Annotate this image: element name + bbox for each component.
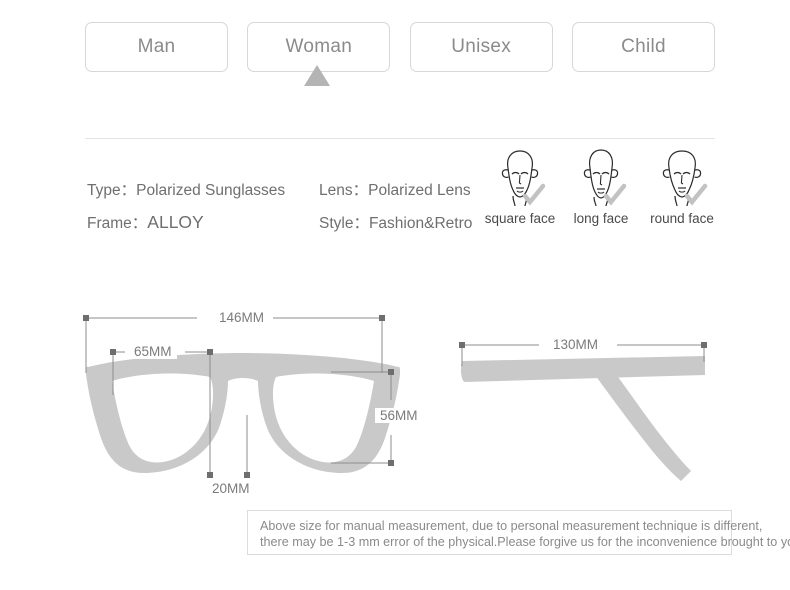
gender-tab-group[interactable]: Man Woman Unisex Child (85, 22, 715, 72)
section-divider (85, 138, 715, 139)
spec-frame-key: Frame： (87, 215, 148, 232)
spec-frame: Frame： ALLOY (87, 211, 319, 233)
dim-marker (379, 315, 385, 321)
dim-marker (110, 349, 116, 355)
face-long-icon (572, 146, 630, 208)
face-square-icon (491, 146, 549, 208)
glasses-frame-shape (85, 353, 401, 473)
face-round-icon (653, 146, 711, 208)
tab-woman-label: Woman (285, 36, 353, 57)
dim-marker (207, 349, 213, 355)
face-square-label: square face (484, 211, 556, 226)
dim-marker (244, 472, 250, 478)
spec-style-value: Fashion&Retro (368, 215, 473, 232)
spec-row: Frame： ALLOY Style： Fashion&Retro (87, 211, 487, 244)
tab-unisex-label: Unisex (451, 36, 512, 57)
dim-label-lens-height: 56MM (375, 408, 423, 423)
dim-label-lens-width: 65MM (129, 344, 177, 359)
face-shape-long: long face (563, 146, 639, 226)
suitable-face-shapes: square face long face round face (482, 146, 720, 226)
dim-label-bridge-width: 20MM (207, 481, 255, 496)
spec-type: Type： Polarized Sunglasses (87, 178, 319, 200)
measurement-disclaimer-box: Above size for manual measurement, due t… (247, 510, 790, 555)
dim-marker (83, 315, 89, 321)
dim-marker (459, 342, 465, 348)
spec-type-value: Polarized Sunglasses (136, 182, 286, 199)
spec-lens-key: Lens： (319, 182, 369, 199)
face-shape-square: square face (482, 146, 558, 226)
spec-lens-value: Polarized Lens (368, 182, 471, 199)
dim-marker (388, 369, 394, 375)
size-diagram-area: 146MM 65MM 56MM 20MM 130MM (0, 295, 790, 510)
glasses-front-view-diagram (83, 315, 401, 478)
face-long-label: long face (573, 211, 629, 226)
dim-marker (388, 460, 394, 466)
dim-marker (701, 342, 707, 348)
tab-child-label: Child (621, 36, 666, 57)
tab-child[interactable]: Child (571, 22, 715, 72)
disclaimer-line-1: Above size for manual measurement, due t… (260, 519, 763, 533)
product-spec-list: Type： Polarized Sunglasses Lens： Polariz… (87, 178, 487, 244)
tab-man[interactable]: Man (85, 22, 228, 72)
dim-label-total-width: 146MM (214, 310, 270, 325)
spec-style: Style： Fashion&Retro (319, 211, 472, 233)
face-shape-round: round face (644, 146, 720, 226)
dim-marker (207, 472, 213, 478)
selected-tab-pointer-icon (304, 65, 330, 86)
spec-row: Type： Polarized Sunglasses Lens： Polariz… (87, 178, 487, 211)
face-round-label: round face (650, 211, 714, 226)
dim-label-temple-length: 130MM (548, 337, 604, 352)
spec-style-key: Style： (319, 215, 369, 232)
spec-type-key: Type： (87, 182, 137, 199)
tab-man-label: Man (137, 36, 176, 57)
glasses-temple-view-diagram (459, 342, 707, 481)
spec-frame-value: ALLOY (147, 212, 204, 232)
tab-unisex[interactable]: Unisex (409, 22, 553, 72)
temple-arm-shape (461, 356, 705, 481)
disclaimer-line-2: there may be 1-3 mm error of the physica… (260, 535, 790, 549)
spec-lens: Lens： Polarized Lens (319, 178, 471, 200)
